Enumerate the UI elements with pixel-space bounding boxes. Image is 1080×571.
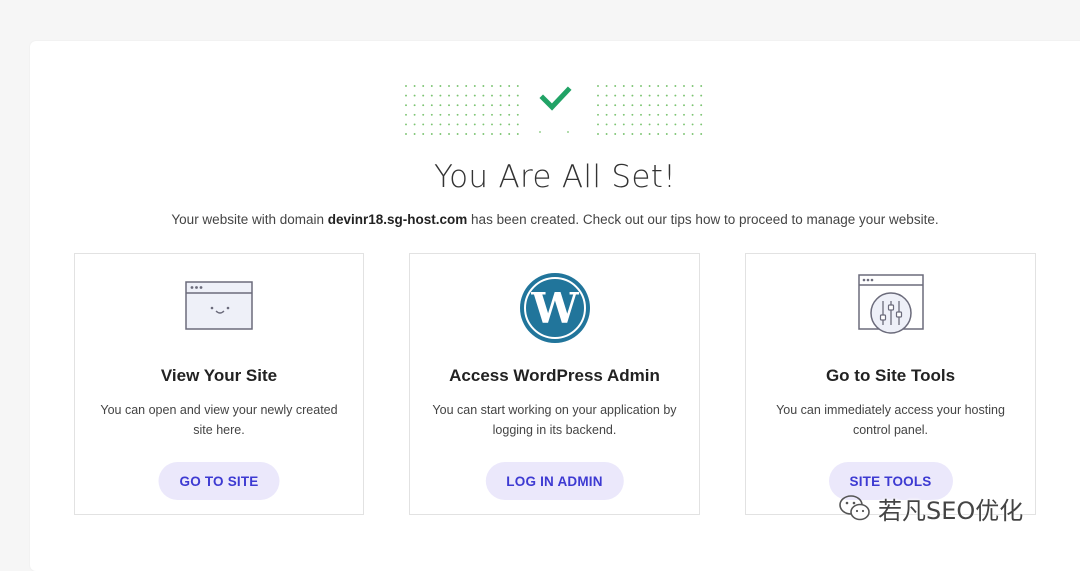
card-wordpress-admin: W Access WordPress Admin You can start w…: [409, 253, 700, 515]
page-title: You Are All Set!: [434, 159, 676, 195]
card-description: You can immediately access your hosting …: [776, 403, 1005, 437]
card-title: View Your Site: [160, 366, 278, 385]
wechat-icon: [839, 495, 870, 521]
subtitle-prefix: Your website with domain: [171, 212, 328, 227]
browser-smiley-icon: [185, 281, 253, 330]
log-in-admin-button[interactable]: LOG IN ADMIN: [485, 462, 624, 500]
watermark-text: 若凡SEO优化: [878, 496, 1024, 525]
domain-name: devinr18.sg-host.com: [327, 212, 468, 227]
card-title: Go to Site Tools: [825, 366, 956, 385]
success-checkmark-graphic: [405, 85, 703, 135]
go-to-site-button[interactable]: GO TO SITE: [158, 462, 280, 500]
card-title: Access WordPress Admin: [449, 366, 660, 385]
subtitle-suffix: has been created. Check out our tips how…: [467, 212, 939, 227]
wordpress-logo-icon: W: [519, 273, 590, 343]
card-site-tools: Go to Site Tools You can immediately acc…: [745, 253, 1036, 515]
card-description: You can start working on your applicatio…: [432, 403, 677, 437]
site-tools-sliders-icon: [857, 274, 924, 334]
page-subtitle: Your website with domain devinr18.sg-hos…: [0, 212, 1080, 227]
svg-text:W: W: [530, 284, 579, 333]
card-description: You can open and view your newly created…: [100, 403, 338, 437]
watermark: 若凡SEO优化: [838, 490, 1023, 526]
card-view-site: View Your Site You can open and view you…: [74, 253, 364, 515]
